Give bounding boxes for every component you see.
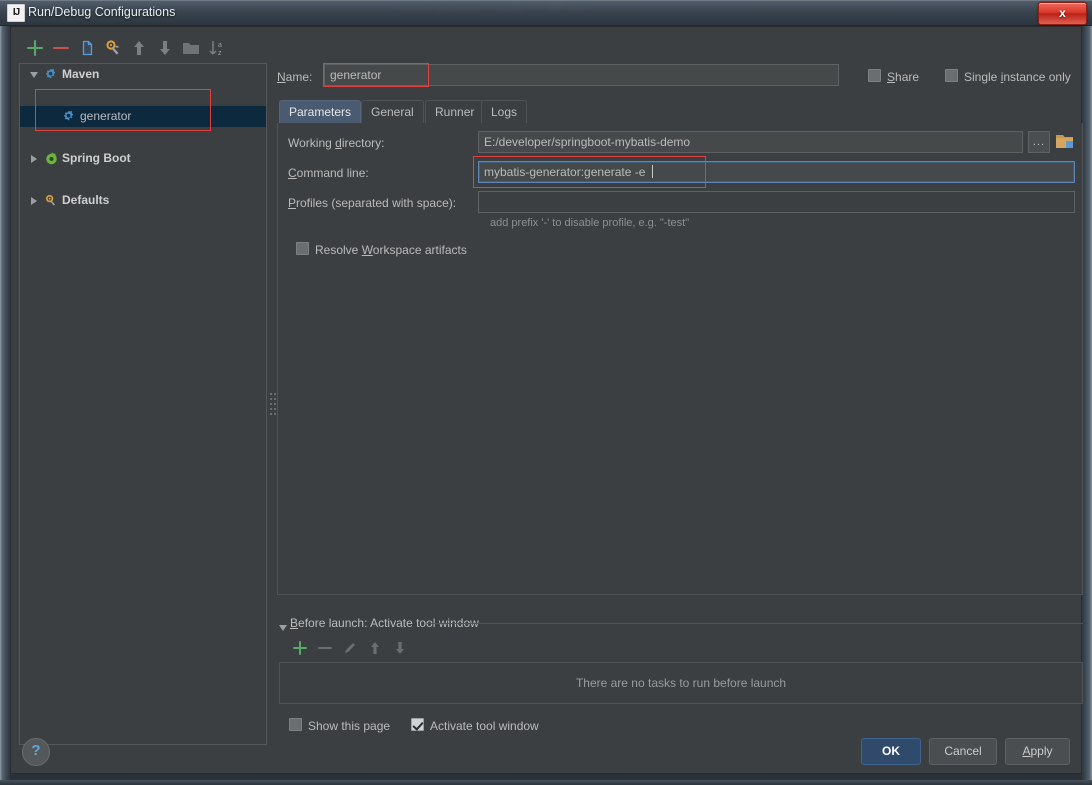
before-launch-task-list[interactable]: There are no tasks to run before launch xyxy=(279,662,1083,704)
edit-task-button[interactable] xyxy=(339,637,361,659)
show-this-page-label: Show this page xyxy=(308,719,391,733)
edit-defaults-button[interactable] xyxy=(101,36,125,60)
cancel-button[interactable]: Cancel xyxy=(929,738,997,765)
help-button[interactable]: ? xyxy=(22,738,50,766)
resolve-workspace-checkbox[interactable] xyxy=(296,242,309,255)
command-line-input[interactable]: mybatis-generator:generate -e xyxy=(478,161,1075,183)
configurations-tree[interactable]: Maven generator Spring Boot Defaults xyxy=(19,63,267,745)
window-bottom-border xyxy=(0,780,1092,785)
dialog-window: IJ Run/Debug Configurations x a z Maven … xyxy=(0,0,1092,785)
maven-gear-icon xyxy=(44,67,59,82)
title-bar-highlight xyxy=(0,0,1092,1)
tree-node-maven[interactable]: Maven xyxy=(20,64,266,85)
intellij-app-icon: IJ xyxy=(7,4,25,22)
title-bar[interactable]: IJ Run/Debug Configurations x xyxy=(0,0,1092,26)
window-left-border xyxy=(0,26,10,780)
name-input[interactable]: generator xyxy=(324,64,839,86)
name-label: Name: xyxy=(277,70,313,84)
spring-boot-icon xyxy=(44,151,59,166)
before-launch-divider xyxy=(427,623,1083,624)
remove-configuration-button[interactable] xyxy=(49,36,73,60)
tab-runner[interactable]: Runner xyxy=(425,100,485,123)
tree-node-label: Defaults xyxy=(62,193,110,207)
command-line-label: Command line: xyxy=(288,166,369,180)
folder-open-icon[interactable] xyxy=(1054,131,1076,153)
text-caret xyxy=(651,165,653,178)
activate-tool-window-label: Activate tool window xyxy=(430,719,539,733)
task-move-up-button[interactable] xyxy=(364,637,386,659)
sort-configurations-button[interactable]: a z xyxy=(205,36,229,60)
share-checkbox[interactable] xyxy=(868,69,881,82)
remove-task-button[interactable] xyxy=(314,637,336,659)
resolve-workspace-label: Resolve Workspace artifacts xyxy=(315,243,467,257)
ok-button[interactable]: OK xyxy=(861,738,921,765)
working-directory-label: Working directory: xyxy=(288,136,385,150)
svg-text:a: a xyxy=(218,42,222,49)
tree-node-generator[interactable]: generator xyxy=(20,106,266,127)
tree-node-spring-boot[interactable]: Spring Boot xyxy=(20,148,266,169)
add-configuration-button[interactable] xyxy=(23,36,47,60)
panel-splitter[interactable] xyxy=(267,63,277,745)
svg-text:z: z xyxy=(218,50,222,57)
apply-button[interactable]: Apply xyxy=(1005,738,1070,765)
profiles-hint: add prefix '-' to disable profile, e.g. … xyxy=(490,217,690,229)
collapse-twisty-icon[interactable] xyxy=(28,190,40,211)
tab-logs[interactable]: Logs xyxy=(481,100,528,123)
configurations-toolbar: a z xyxy=(19,36,267,62)
window-right-border xyxy=(1082,26,1092,780)
move-up-button[interactable] xyxy=(127,36,151,60)
profiles-input[interactable] xyxy=(478,191,1075,213)
working-directory-input[interactable]: E:/developer/springboot-mybatis-demo xyxy=(478,131,1023,153)
run-debug-configurations-dialog: a z Maven generator Spring Boot Defaults… xyxy=(10,26,1083,774)
before-launch-empty-text: There are no tasks to run before launch xyxy=(575,676,787,690)
command-line-value: mybatis-generator:generate -e xyxy=(484,165,649,179)
tree-node-defaults[interactable]: Defaults xyxy=(20,190,266,211)
maven-gear-icon xyxy=(62,109,77,124)
expand-twisty-icon[interactable] xyxy=(28,64,40,85)
move-down-button[interactable] xyxy=(153,36,177,60)
tab-general[interactable]: General xyxy=(361,100,424,123)
tree-node-label: Maven xyxy=(62,67,100,81)
tab-parameters[interactable]: Parameters xyxy=(279,100,362,123)
copy-configuration-button[interactable] xyxy=(75,36,99,60)
before-launch-twisty-icon[interactable] xyxy=(279,621,287,635)
activate-tool-window-checkbox[interactable] xyxy=(411,718,424,731)
profiles-label: Profiles (separated with space): xyxy=(288,196,457,210)
create-folder-button[interactable] xyxy=(179,36,203,60)
task-move-down-button[interactable] xyxy=(389,637,411,659)
window-title: Run/Debug Configurations xyxy=(28,5,176,19)
share-label: Share xyxy=(887,70,920,84)
collapse-twisty-icon[interactable] xyxy=(28,148,40,169)
single-instance-checkbox[interactable] xyxy=(945,69,958,82)
show-this-page-checkbox[interactable] xyxy=(289,718,302,731)
tree-node-label: Spring Boot xyxy=(62,151,131,165)
single-instance-label: Single instance only xyxy=(964,70,1071,84)
parameters-tab-pane: Working directory: E:/developer/springbo… xyxy=(277,123,1083,595)
tree-node-label: generator xyxy=(80,109,132,123)
gear-wrench-icon xyxy=(44,193,59,208)
configuration-editor-panel: Name: generator Share Single instance on… xyxy=(277,27,1083,745)
close-button[interactable]: x xyxy=(1038,2,1087,25)
working-directory-browse-button[interactable]: ... xyxy=(1028,131,1050,153)
add-task-button[interactable] xyxy=(289,637,311,659)
